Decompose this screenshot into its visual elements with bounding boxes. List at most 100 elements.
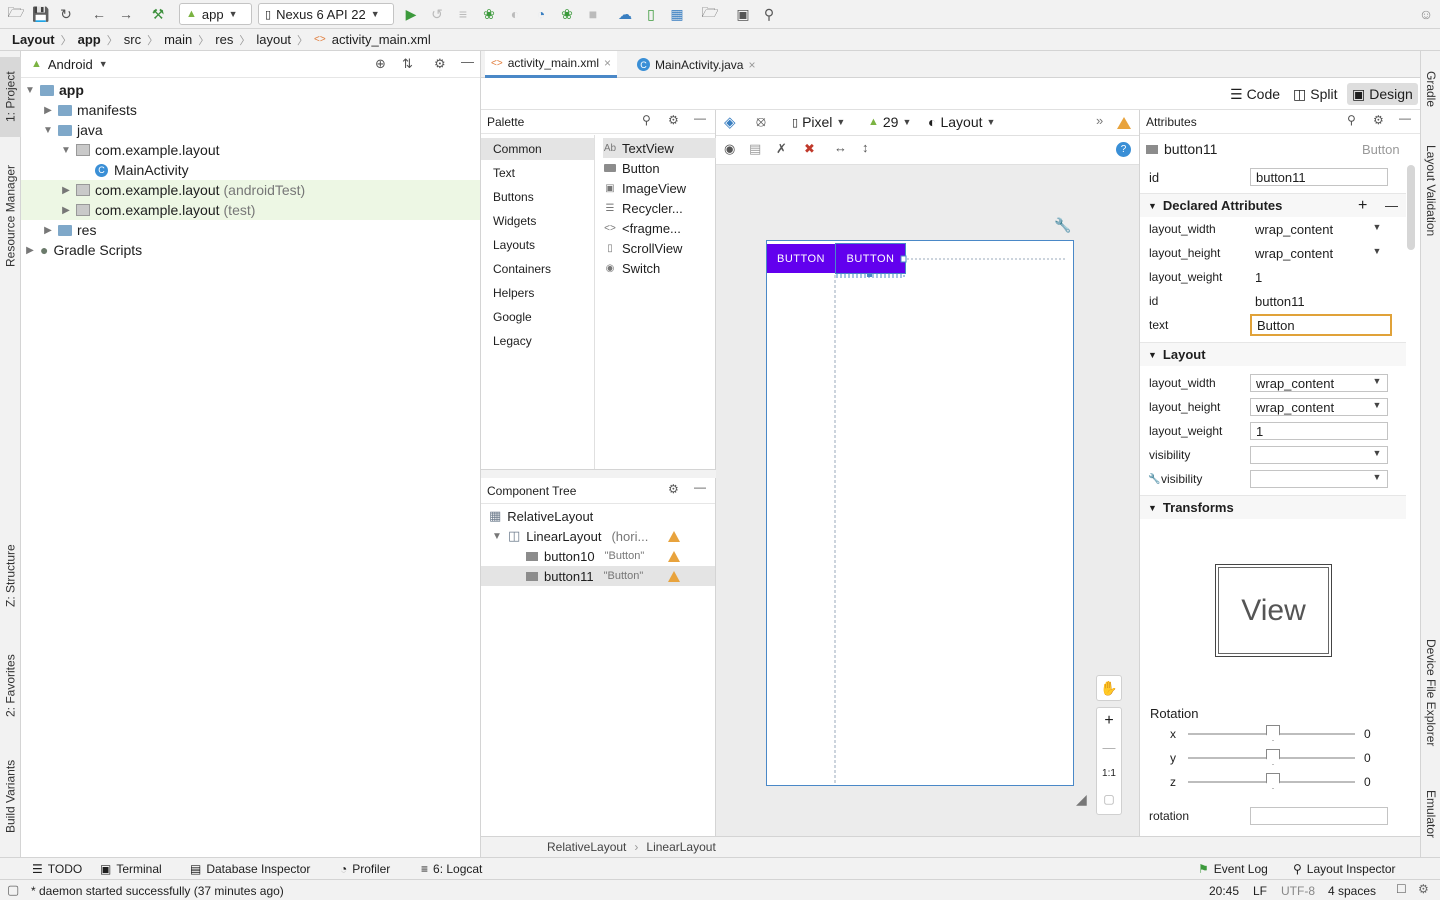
- structure-tab[interactable]: Z: Structure: [0, 531, 21, 621]
- apply-code-changes-icon[interactable]: ≡: [453, 4, 473, 24]
- favorites-tab[interactable]: 2: Favorites: [0, 641, 21, 731]
- device-select[interactable]: ▯ Nexus 6 API 22 ▼: [258, 3, 394, 25]
- id-input[interactable]: button11: [1250, 168, 1388, 186]
- logcat-tool-button[interactable]: ≡ 6: Logcat: [421, 862, 482, 876]
- palette-item-scrollview[interactable]: ▯ ScrollView: [603, 238, 716, 258]
- file-encoding[interactable]: UTF-8: [1281, 884, 1315, 898]
- search-icon[interactable]: ⚲: [1347, 113, 1356, 127]
- tree-node-button11[interactable]: button11 "Button": [481, 566, 715, 586]
- collapsed-arrow-icon[interactable]: ▶: [23, 245, 37, 256]
- warning-icon[interactable]: [1117, 117, 1131, 129]
- search-icon[interactable]: ⚲: [642, 113, 651, 127]
- gear-icon[interactable]: ⚙: [668, 113, 679, 127]
- zoom-in-button[interactable]: +: [1097, 708, 1121, 734]
- close-icon[interactable]: ×: [748, 58, 755, 72]
- tree-item-res[interactable]: ▶ res: [21, 220, 480, 240]
- slider-thumb[interactable]: [1266, 725, 1280, 741]
- forward-arrow-icon[interactable]: →: [116, 4, 136, 24]
- crumb-linearlayout[interactable]: LinearLayout: [646, 840, 715, 854]
- chevron-down-icon[interactable]: ▼: [1367, 222, 1387, 232]
- expanded-arrow-icon[interactable]: ▼: [41, 125, 55, 136]
- zoom-actual-button[interactable]: 1:1: [1097, 760, 1121, 786]
- chevron-down-icon[interactable]: ▼: [1367, 448, 1387, 458]
- expand-vertical-icon[interactable]: ↕: [862, 140, 869, 155]
- tab-mainactivity-java[interactable]: C MainActivity.java ×: [631, 51, 762, 78]
- rotation-x-slider[interactable]: [1188, 725, 1355, 741]
- warning-icon[interactable]: [668, 531, 680, 542]
- expanded-arrow-icon[interactable]: ▼: [490, 531, 504, 542]
- terminal-window-icon[interactable]: ▣: [733, 4, 753, 24]
- todo-tool-button[interactable]: ☰ TODO: [32, 862, 82, 876]
- split-mode-button[interactable]: ◫ Split: [1288, 83, 1342, 105]
- attr-value-field[interactable]: button11: [1250, 292, 1388, 310]
- layout-inspector-button[interactable]: ⚲ Layout Inspector: [1293, 862, 1396, 876]
- minimize-icon[interactable]: —: [694, 480, 706, 494]
- chevron-down-icon[interactable]: ▼: [1367, 246, 1387, 256]
- device-file-explorer-tab[interactable]: Device File Explorer: [1421, 623, 1440, 763]
- run-config-select[interactable]: ▲ app ▼: [179, 3, 252, 25]
- gear-icon[interactable]: ⚙: [668, 482, 679, 496]
- project-structure-icon[interactable]: 🗁: [700, 4, 720, 24]
- slider-thumb[interactable]: [1266, 773, 1280, 789]
- eye-icon[interactable]: ◉: [724, 141, 735, 157]
- autoconnect-off-icon[interactable]: ✗: [776, 141, 787, 157]
- save-icon[interactable]: 💾: [31, 4, 51, 24]
- profiler-tool-button[interactable]: ◔ Profiler: [340, 862, 390, 876]
- text-attribute-input[interactable]: Button: [1250, 314, 1392, 336]
- wrench-icon[interactable]: 🔧: [1054, 217, 1071, 234]
- back-arrow-icon[interactable]: ←: [89, 4, 109, 24]
- close-icon[interactable]: ×: [604, 56, 611, 70]
- tree-item-androidtest-package[interactable]: ▶ com.example.layout (androidTest): [21, 180, 480, 200]
- add-attribute-icon[interactable]: +: [1358, 197, 1367, 215]
- palette-item-switch[interactable]: ◉ Switch: [603, 258, 716, 278]
- design-mode-button[interactable]: ▣ Design: [1347, 83, 1418, 105]
- palette-category-text[interactable]: Text: [481, 162, 594, 184]
- avd-manager-icon[interactable]: ▯: [641, 4, 661, 24]
- gradle-sync-icon[interactable]: ☁: [615, 4, 635, 24]
- attributes-scrollbar[interactable]: [1407, 165, 1415, 250]
- gear-icon[interactable]: ⚙: [1373, 113, 1384, 127]
- palette-category-common[interactable]: Common: [481, 138, 594, 160]
- rotation-z-slider[interactable]: [1188, 773, 1355, 789]
- chevron-down-icon[interactable]: ▼: [1367, 400, 1387, 410]
- tree-item-java[interactable]: ▼ java: [21, 120, 480, 140]
- event-log-button[interactable]: ⚑ Event Log: [1198, 862, 1268, 876]
- tree-item-mainactivity[interactable]: C MainActivity: [21, 160, 480, 180]
- palette-category-containers[interactable]: Containers: [481, 258, 594, 280]
- code-mode-button[interactable]: ☰ Code: [1225, 83, 1285, 105]
- terminal-tool-button[interactable]: ▣ Terminal: [100, 862, 162, 876]
- palette-category-buttons[interactable]: Buttons: [481, 186, 594, 208]
- profile-icon[interactable]: ◔: [531, 4, 551, 24]
- clear-constraints-icon[interactable]: ✖: [804, 141, 815, 157]
- palette-item-recyclerview[interactable]: ☰ Recycler...: [603, 198, 716, 218]
- collapsed-arrow-icon[interactable]: ▶: [59, 205, 73, 216]
- sdk-manager-icon[interactable]: ▦: [667, 4, 687, 24]
- tree-node-button10[interactable]: button10 "Button": [481, 546, 715, 566]
- zoom-out-button[interactable]: —: [1097, 734, 1121, 760]
- palette-item-imageview[interactable]: ▣ ImageView: [603, 178, 716, 198]
- zoom-fit-button[interactable]: ▢: [1097, 786, 1121, 812]
- declared-attributes-section[interactable]: ▼ Declared Attributes + —: [1140, 193, 1406, 217]
- tool-windows-toggle-icon[interactable]: ▢: [7, 882, 19, 898]
- breadcrumb-file[interactable]: activity_main.xml: [332, 32, 431, 47]
- expanded-arrow-icon[interactable]: ▼: [59, 145, 73, 156]
- tree-item-gradle-scripts[interactable]: ▶ ● Gradle Scripts: [21, 240, 480, 260]
- open-folder-icon[interactable]: 🗁: [6, 4, 26, 24]
- layers-icon[interactable]: ◈: [724, 113, 736, 131]
- breadcrumb-layout-folder[interactable]: layout: [256, 32, 291, 47]
- locate-icon[interactable]: ⊕: [375, 56, 386, 72]
- palette-item-button[interactable]: Button: [603, 158, 716, 178]
- inspector-icon[interactable]: ⚙: [1418, 882, 1429, 896]
- palette-category-legacy[interactable]: Legacy: [481, 330, 594, 352]
- tree-item-test-package[interactable]: ▶ com.example.layout (test): [21, 200, 480, 220]
- breadcrumb-app[interactable]: app: [78, 32, 101, 47]
- expanded-arrow-icon[interactable]: ▼: [23, 85, 37, 96]
- tree-item-package[interactable]: ▼ com.example.layout: [21, 140, 480, 160]
- palette-category-google[interactable]: Google: [481, 306, 594, 328]
- breadcrumb-src[interactable]: src: [124, 32, 141, 47]
- theme-select[interactable]: ◐ Layout ▼: [928, 114, 995, 130]
- emulator-tab[interactable]: Emulator: [1421, 779, 1440, 849]
- api-level-select[interactable]: ▲ 29 ▼: [868, 114, 911, 130]
- help-icon[interactable]: ?: [1116, 142, 1131, 157]
- tree-node-relativelayout[interactable]: ▦ RelativeLayout: [481, 506, 715, 526]
